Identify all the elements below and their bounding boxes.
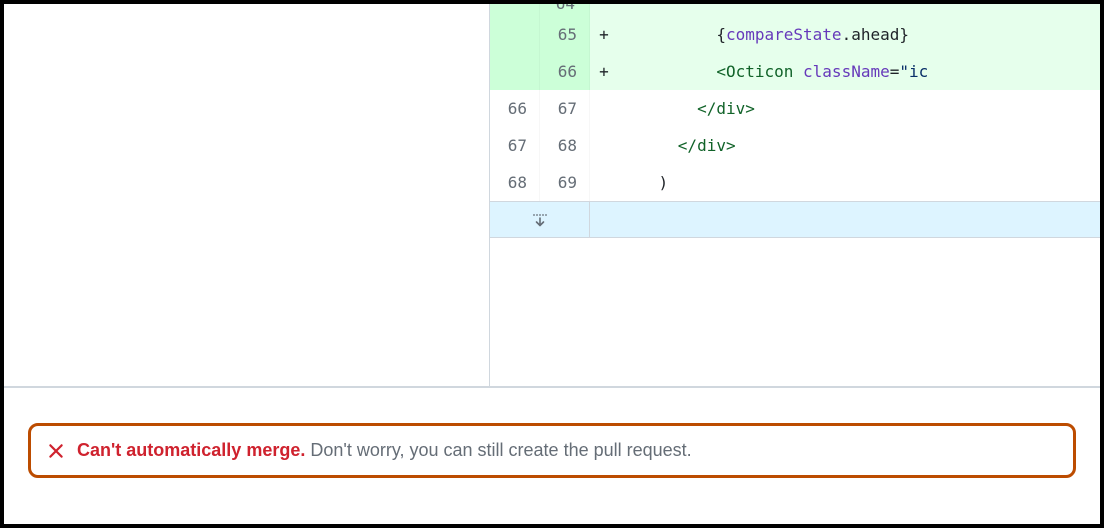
divider-space	[4, 387, 1100, 423]
code-content	[618, 4, 620, 16]
diff-marker: +	[590, 16, 618, 53]
left-panel	[4, 4, 490, 386]
diff-marker: +	[590, 4, 618, 16]
diff-row-added: 65+ {compareState.ahead}	[490, 16, 1100, 53]
expand-hunk-row	[490, 201, 1100, 238]
diff-marker	[590, 90, 618, 127]
diff-row-context: 6869 )	[490, 164, 1100, 201]
diff-marker: +	[590, 53, 618, 90]
diff-marker	[590, 127, 618, 164]
line-number-old: 68	[490, 164, 540, 201]
diff-row-context: 6768 </div>	[490, 127, 1100, 164]
code-content: {compareState.ahead}	[618, 16, 909, 53]
code-content: </div>	[618, 127, 736, 164]
diff-row-added: 64+	[490, 4, 1100, 16]
merge-status-alert: Can't automatically merge. Don't worry, …	[28, 423, 1076, 478]
line-number-new: 67	[540, 90, 590, 127]
diff-panel: 64+65+ {compareState.ahead}66+ <Octicon …	[490, 4, 1100, 386]
code-content: <Octicon className="ic	[618, 53, 928, 90]
expand-down-icon	[532, 212, 548, 228]
line-number-old	[490, 16, 540, 53]
line-number-new: 64	[540, 4, 590, 16]
diff-marker	[590, 164, 618, 201]
line-number-old	[490, 53, 540, 90]
line-number-new: 65	[540, 16, 590, 53]
diff-row-context: 6667 </div>	[490, 90, 1100, 127]
line-number-old: 66	[490, 90, 540, 127]
code-content: </div>	[618, 90, 755, 127]
merge-hint-text: Don't worry, you can still create the pu…	[310, 440, 691, 460]
line-number-new: 69	[540, 164, 590, 201]
line-number-new: 66	[540, 53, 590, 90]
code-content: )	[618, 164, 668, 201]
expand-down-button[interactable]	[490, 202, 590, 237]
diff-row-added: 66+ <Octicon className="ic	[490, 53, 1100, 90]
merge-error-text: Can't automatically merge.	[77, 440, 305, 460]
content-area: 64+65+ {compareState.ahead}66+ <Octicon …	[4, 4, 1100, 387]
line-number-old: 67	[490, 127, 540, 164]
expand-hunk-blank	[590, 202, 1100, 237]
line-number-new: 68	[540, 127, 590, 164]
line-number-old	[490, 4, 540, 16]
diff-blank-area	[490, 238, 1100, 338]
x-icon	[47, 442, 65, 460]
